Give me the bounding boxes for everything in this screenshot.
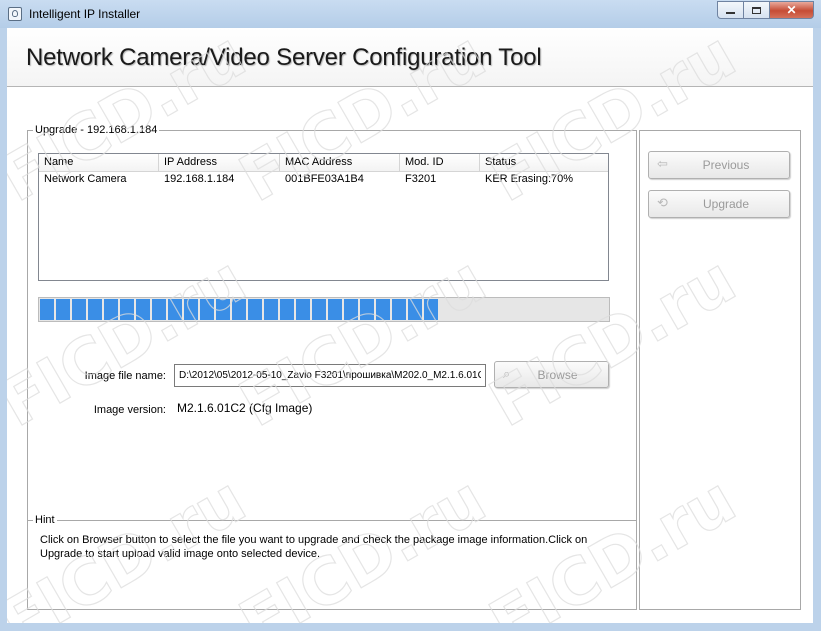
column-header-name[interactable]: Name: [39, 154, 159, 171]
table-row[interactable]: Network Camera 192.168.1.184 001BFE03A1B…: [39, 172, 608, 187]
progress-segment: [376, 299, 390, 320]
device-list[interactable]: Name IP Address MAC Address Mod. ID Stat…: [38, 153, 609, 281]
cell-mac-address: 001BFE03A1B4: [285, 173, 364, 185]
minimize-icon: [726, 12, 735, 14]
window-frame-right: [813, 28, 821, 631]
progress-segment: [200, 299, 214, 320]
progress-segment: [312, 299, 326, 320]
progress-segment: [360, 299, 374, 320]
upgrade-groupbox: Upgrade - 192.168.1.184 Name IP Address …: [27, 124, 637, 610]
upgrade-group-label: Upgrade - 192.168.1.184: [33, 124, 160, 136]
image-file-label: Image file name:: [84, 370, 166, 382]
cell-name: Network Camera: [44, 173, 127, 185]
progress-segment: [88, 299, 102, 320]
window-frame-bottom: [0, 623, 821, 631]
image-version-value: M2.1.6.01C2 (Cfg Image): [177, 401, 313, 415]
upgrade-button[interactable]: ⟲ Upgrade: [648, 190, 790, 218]
minimize-button[interactable]: [717, 1, 744, 19]
previous-label: Previous: [702, 158, 750, 172]
previous-button[interactable]: ⇦ Previous: [648, 151, 790, 179]
progress-segment: [40, 299, 54, 320]
cell-status: KER Erasing:70%: [485, 173, 574, 185]
browse-button[interactable]: ⌕ Browse: [494, 361, 609, 388]
progress-segment: [216, 299, 230, 320]
progress-segment: [136, 299, 150, 320]
client-area: Network Camera/Video Server Configuratio…: [7, 28, 813, 623]
progress-segment: [120, 299, 134, 320]
upgrade-label: Upgrade: [702, 197, 750, 211]
column-header-mac-address[interactable]: MAC Address: [280, 154, 400, 171]
upgrade-progress-bar: [38, 297, 610, 322]
caption-buttons: ✕: [717, 1, 814, 19]
window-frame-left: [0, 28, 7, 631]
column-header-status[interactable]: Status: [480, 154, 608, 171]
cell-ip-address: 192.168.1.184: [164, 173, 235, 185]
side-panel: ⇦ Previous ⟲ Upgrade: [639, 130, 801, 610]
image-version-label: Image version:: [93, 404, 166, 416]
image-file-field[interactable]: [174, 364, 486, 387]
progress-segment: [152, 299, 166, 320]
progress-segment: [56, 299, 70, 320]
window-title: Intelligent IP Installer: [29, 7, 141, 21]
progress-segment: [328, 299, 342, 320]
hint-text: Click on Browser button to select the fi…: [40, 533, 620, 561]
close-button[interactable]: ✕: [770, 1, 814, 19]
app-header: Network Camera/Video Server Configuratio…: [7, 28, 813, 87]
progress-segment: [184, 299, 198, 320]
progress-segment: [104, 299, 118, 320]
progress-segment: [264, 299, 278, 320]
maximize-button[interactable]: [744, 1, 770, 19]
column-header-ip-address[interactable]: IP Address: [159, 154, 280, 171]
browse-label: Browse: [537, 367, 578, 382]
hint-text-line-2: Upgrade to start upload valid image onto…: [40, 548, 321, 560]
hint-divider: [28, 520, 636, 521]
progress-segment: [280, 299, 294, 320]
progress-segment: [72, 299, 86, 320]
progress-segment: [392, 299, 406, 320]
maximize-icon: [752, 6, 761, 14]
progress-segment: [232, 299, 246, 320]
column-header-mod-id[interactable]: Mod. ID: [400, 154, 480, 171]
close-icon: ✕: [786, 3, 797, 17]
progress-segment: [168, 299, 182, 320]
page-title: Network Camera/Video Server Configuratio…: [26, 44, 542, 71]
title-bar[interactable]: Intelligent IP Installer ✕: [0, 0, 821, 29]
progress-segment: [424, 299, 438, 320]
app-icon: [8, 7, 22, 21]
progress-segments: [40, 299, 438, 320]
progress-segment: [408, 299, 422, 320]
hint-text-line-1: Click on Browser button to select the fi…: [40, 534, 588, 546]
device-list-header: Name IP Address MAC Address Mod. ID Stat…: [39, 154, 608, 172]
hint-label: Hint: [33, 514, 57, 526]
progress-segment: [344, 299, 358, 320]
progress-segment: [248, 299, 262, 320]
progress-segment: [296, 299, 310, 320]
cell-mod-id: F3201: [405, 173, 437, 185]
